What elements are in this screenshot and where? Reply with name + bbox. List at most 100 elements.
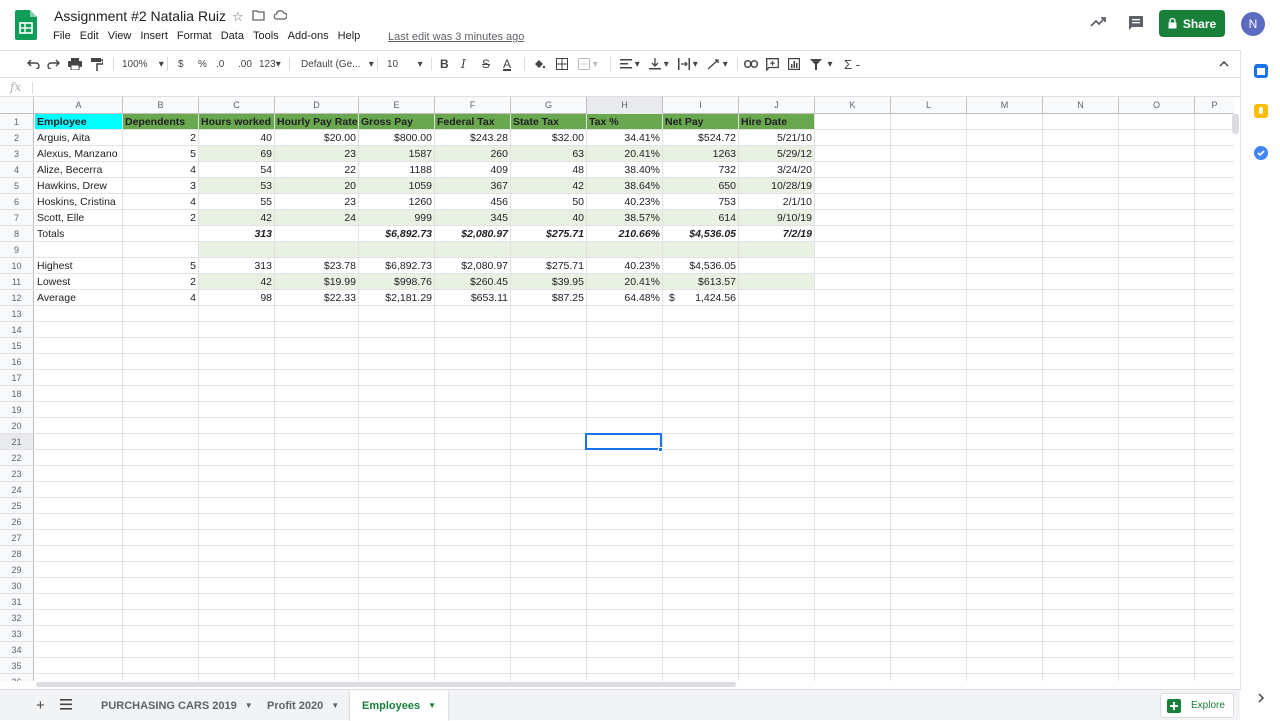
empty-cell[interactable] (587, 418, 663, 434)
empty-cell[interactable] (663, 482, 739, 498)
empty-cell[interactable] (1195, 226, 1234, 242)
cell-i11[interactable]: $613.57 (663, 274, 739, 290)
row-header-29[interactable]: 29 (0, 562, 34, 578)
share-button[interactable]: Share (1159, 10, 1225, 37)
borders-icon[interactable] (556, 56, 568, 72)
empty-cell[interactable] (815, 530, 891, 546)
cell-d5[interactable]: 20 (275, 178, 359, 194)
empty-cell[interactable] (123, 562, 199, 578)
empty-cell[interactable] (35, 402, 123, 418)
empty-cell[interactable] (1195, 546, 1234, 562)
empty-cell[interactable] (1043, 386, 1119, 402)
empty-cell[interactable] (199, 578, 275, 594)
empty-cell[interactable] (275, 354, 359, 370)
empty-cell[interactable] (123, 658, 199, 674)
empty-cell[interactable] (891, 178, 967, 194)
cell-b4[interactable]: 4 (123, 162, 199, 178)
empty-cell[interactable] (359, 482, 435, 498)
empty-cell[interactable] (967, 338, 1043, 354)
collapse-toolbar-icon[interactable] (1219, 56, 1229, 72)
empty-cell[interactable] (663, 674, 739, 681)
empty-cell[interactable] (1195, 178, 1234, 194)
empty-cell[interactable] (275, 546, 359, 562)
cell-e12[interactable]: $2,181.29 (359, 290, 435, 306)
print-icon[interactable] (68, 56, 82, 72)
empty-cell[interactable] (815, 674, 891, 681)
row-header-5[interactable]: 5 (0, 178, 34, 194)
cell-g4[interactable]: 48 (511, 162, 587, 178)
empty-cell[interactable] (739, 354, 815, 370)
empty-cell[interactable] (739, 514, 815, 530)
empty-cell[interactable] (123, 322, 199, 338)
empty-cell[interactable] (815, 114, 891, 130)
empty-cell[interactable] (511, 514, 587, 530)
cell-e9[interactable] (359, 242, 435, 258)
cell-a10[interactable]: Highest (35, 258, 123, 274)
empty-cell[interactable] (35, 354, 123, 370)
row-header-12[interactable]: 12 (0, 290, 34, 306)
empty-cell[interactable] (587, 354, 663, 370)
empty-cell[interactable] (815, 290, 891, 306)
empty-cell[interactable] (359, 338, 435, 354)
cell-g9[interactable] (511, 242, 587, 258)
empty-cell[interactable] (1043, 162, 1119, 178)
cell-d8[interactable] (275, 226, 359, 242)
empty-cell[interactable] (663, 658, 739, 674)
empty-cell[interactable] (275, 402, 359, 418)
last-edit-link[interactable]: Last edit was 3 minutes ago (388, 31, 524, 43)
empty-cell[interactable] (891, 418, 967, 434)
cell-b1[interactable]: Dependents (123, 114, 199, 130)
empty-cell[interactable] (815, 370, 891, 386)
cell-e5[interactable]: 1059 (359, 178, 435, 194)
empty-cell[interactable] (199, 498, 275, 514)
empty-cell[interactable] (1119, 322, 1195, 338)
column-header-k[interactable]: K (815, 97, 891, 114)
empty-cell[interactable] (891, 450, 967, 466)
empty-cell[interactable] (587, 626, 663, 642)
empty-cell[interactable] (891, 482, 967, 498)
cell-e10[interactable]: $6,892.73 (359, 258, 435, 274)
cell-e8[interactable]: $6,892.73 (359, 226, 435, 242)
empty-cell[interactable] (35, 530, 123, 546)
empty-cell[interactable] (1119, 354, 1195, 370)
empty-cell[interactable] (511, 418, 587, 434)
row-header-31[interactable]: 31 (0, 594, 34, 610)
cell-h3[interactable]: 20.41% (587, 146, 663, 162)
empty-cell[interactable] (1119, 674, 1195, 681)
empty-cell[interactable] (891, 466, 967, 482)
empty-cell[interactable] (663, 306, 739, 322)
empty-cell[interactable] (815, 482, 891, 498)
empty-cell[interactable] (815, 594, 891, 610)
empty-cell[interactable] (35, 594, 123, 610)
empty-cell[interactable] (275, 642, 359, 658)
empty-cell[interactable] (891, 386, 967, 402)
empty-cell[interactable] (587, 530, 663, 546)
empty-cell[interactable] (663, 418, 739, 434)
empty-cell[interactable] (1043, 594, 1119, 610)
empty-cell[interactable] (275, 562, 359, 578)
empty-cell[interactable] (1119, 290, 1195, 306)
empty-cell[interactable] (1119, 370, 1195, 386)
empty-cell[interactable] (511, 306, 587, 322)
empty-cell[interactable] (435, 402, 511, 418)
empty-cell[interactable] (1195, 322, 1234, 338)
empty-cell[interactable] (815, 354, 891, 370)
empty-cell[interactable] (1119, 546, 1195, 562)
empty-cell[interactable] (1043, 514, 1119, 530)
cell-i1[interactable]: Net Pay (663, 114, 739, 130)
empty-cell[interactable] (1043, 114, 1119, 130)
empty-cell[interactable] (275, 466, 359, 482)
row-header-8[interactable]: 8 (0, 226, 34, 242)
empty-cell[interactable] (587, 546, 663, 562)
empty-cell[interactable] (1195, 162, 1234, 178)
row-header-33[interactable]: 33 (0, 626, 34, 642)
insert-chart-icon[interactable] (788, 56, 800, 72)
cell-i10[interactable]: $4,536.05 (663, 258, 739, 274)
empty-cell[interactable] (1119, 194, 1195, 210)
empty-cell[interactable] (1195, 626, 1234, 642)
empty-cell[interactable] (891, 162, 967, 178)
empty-cell[interactable] (663, 434, 739, 450)
bold-icon[interactable]: B (440, 56, 449, 72)
cell-a4[interactable]: Alize, Becerra (35, 162, 123, 178)
row-header-19[interactable]: 19 (0, 402, 34, 418)
